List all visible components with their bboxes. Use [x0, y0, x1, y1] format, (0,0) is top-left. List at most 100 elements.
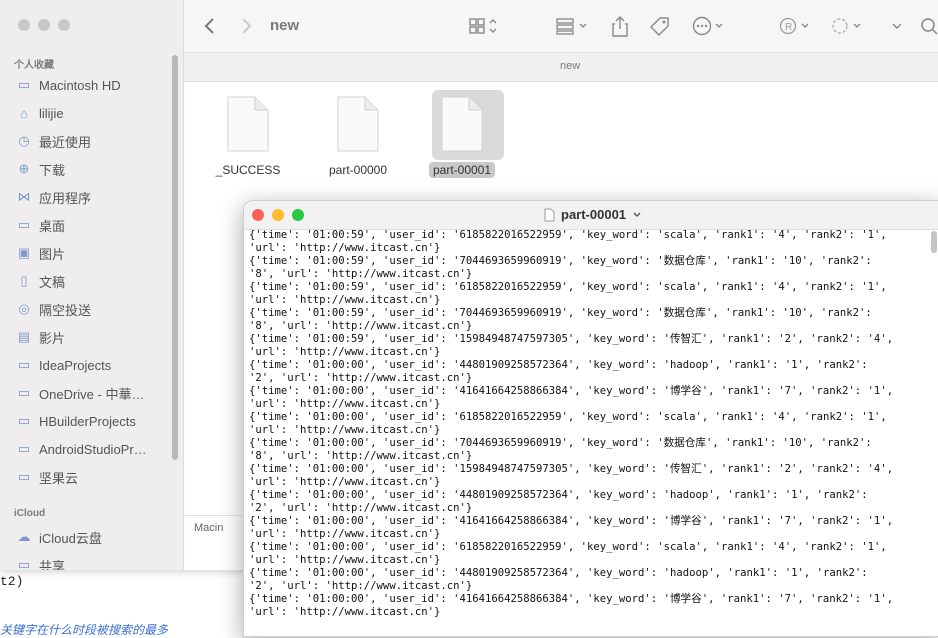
search-button[interactable]: [920, 14, 938, 38]
group-button[interactable]: [556, 14, 590, 38]
more-actions-button[interactable]: [692, 14, 726, 38]
share-icon: [612, 16, 628, 37]
quicklook-zoom-button[interactable]: [292, 209, 304, 221]
film-icon: ▤: [17, 329, 31, 344]
chevron-down-icon: [892, 23, 902, 29]
quicklook-filename: part-00001: [561, 207, 627, 222]
close-button[interactable]: [18, 19, 30, 31]
folder-icon: ▭: [17, 469, 31, 484]
sidebar-item[interactable]: ⊕ 下载: [16, 157, 65, 181]
path-bar-label: new: [560, 60, 581, 72]
sidebar-item-label: lilijie: [39, 105, 64, 121]
text-line: {'time': '01:00:00', 'user_id': '4480190…: [249, 359, 868, 371]
sidebar-item[interactable]: ⋈ 应用程序: [16, 185, 92, 209]
folder-icon: ▭: [17, 357, 31, 372]
sidebar-item[interactable]: ☁ iCloud云盘: [16, 525, 102, 549]
text-line: {'time': '01:00:00', 'user_id': '4164166…: [249, 515, 894, 527]
file-name: part-00001: [428, 162, 496, 178]
document-icon: ▯: [20, 273, 28, 288]
text-line: 'url': 'http://www.itcast.cn'}: [249, 242, 441, 254]
sidebar-item-label: HBuilderProjects: [39, 413, 136, 429]
file-name: part-00000: [328, 163, 388, 177]
sidebar-item[interactable]: ▯ 文稿: [16, 269, 65, 293]
group-icon: [556, 18, 587, 35]
document-icon: [337, 96, 379, 152]
sidebar-item[interactable]: ◷ 最近使用: [16, 129, 91, 153]
minimize-button[interactable]: [38, 19, 50, 31]
sidebar-item[interactable]: ▭ 共享: [16, 553, 65, 570]
forward-button[interactable]: [240, 14, 252, 38]
text-line: 'url': 'http://www.itcast.cn'}: [249, 346, 441, 358]
sidebar-item[interactable]: ▭ OneDrive - 中華…: [16, 381, 145, 405]
icloud-header: iCloud: [14, 508, 46, 519]
text-line: '2', 'url': 'http://www.itcast.cn'}: [249, 502, 473, 514]
sidebar-scrollbar[interactable]: [172, 55, 178, 460]
sidebar-item[interactable]: ▭ Macintosh HD: [16, 73, 121, 97]
shared-folder-icon: ▭: [17, 557, 31, 570]
sidebar-item-label: 影片: [39, 330, 66, 346]
window-title: new: [270, 17, 300, 34]
sidebar-item[interactable]: ◎ 隔空投送: [16, 297, 91, 321]
file-item[interactable]: part-00000: [318, 92, 398, 179]
quicklook-window: part-00001 {'time': '01:00:59', 'user_id…: [243, 200, 938, 637]
quicklook-scrollbar[interactable]: [931, 231, 937, 253]
text-line: '8', 'url': 'http://www.itcast.cn'}: [249, 450, 473, 462]
sidebar-item-label: Macintosh HD: [39, 77, 121, 93]
text-line: 'url': 'http://www.itcast.cn'}: [249, 554, 441, 566]
share-button[interactable]: [611, 14, 629, 38]
sidebar-item-label: 共享: [39, 558, 66, 571]
background-code-text: t2): [0, 574, 24, 589]
quicklook-titlebar: part-00001: [244, 201, 938, 230]
view-mode-button[interactable]: [469, 14, 499, 38]
apps-icon: ⋈: [17, 189, 31, 204]
text-line: {'time': '01:00:00', 'user_id': '6185822…: [249, 411, 887, 423]
back-button[interactable]: [204, 14, 216, 38]
zoom-button[interactable]: [58, 19, 70, 31]
document-icon: [441, 96, 483, 152]
text-line: 'url': 'http://www.itcast.cn'}: [249, 528, 441, 540]
text-line: {'time': '01:00:00', 'user_id': '4480190…: [249, 489, 868, 501]
sidebar-item[interactable]: ▣ 图片: [16, 241, 65, 265]
text-line: '2', 'url': 'http://www.itcast.cn'}: [249, 372, 473, 384]
quicklook-title[interactable]: part-00001: [544, 207, 642, 222]
sync-icon: [832, 18, 861, 34]
text-line: 'url': 'http://www.itcast.cn'}: [249, 398, 441, 410]
file-item-selected[interactable]: part-00001: [422, 90, 504, 179]
text-line: {'time': '01:00:59', 'user_id': '6185822…: [249, 281, 887, 293]
sidebar-item-label: OneDrive - 中華…: [39, 386, 145, 402]
sidebar-item-label: 坚果云: [39, 470, 79, 486]
desktop-icon: ▭: [17, 217, 31, 232]
sidebar-item-label: AndroidStudioPr…: [39, 441, 147, 457]
sidebar-item[interactable]: ▭ 桌面: [16, 213, 65, 237]
text-line: 'url': 'http://www.itcast.cn'}: [249, 424, 441, 436]
quicklook-close-button[interactable]: [252, 209, 264, 221]
tag-icon: [650, 17, 669, 36]
toolbar-overflow-button[interactable]: [890, 14, 904, 38]
chevron-right-icon: [242, 18, 252, 34]
sidebar-item[interactable]: ⌂ lilijie: [16, 101, 64, 125]
text-line: {'time': '01:00:00', 'user_id': '4164166…: [249, 593, 894, 605]
text-line: {'time': '01:00:00', 'user_id': '6185822…: [249, 541, 887, 553]
text-line: {'time': '01:00:00', 'user_id': '4164166…: [249, 385, 894, 397]
sidebar-item[interactable]: ▭ AndroidStudioPr…: [16, 437, 147, 461]
background-comment-text: 关键字在什么时段被搜索的最多: [0, 623, 169, 637]
text-line: {'time': '01:00:00', 'user_id': '7044693…: [249, 437, 872, 449]
text-line: 'url': 'http://www.itcast.cn'}: [249, 476, 441, 488]
sidebar-item[interactable]: ▤ 影片: [16, 325, 65, 349]
extension-button-2[interactable]: [830, 14, 864, 38]
tag-button[interactable]: [649, 14, 671, 38]
sidebar-item[interactable]: ▭ IdeaProjects: [16, 353, 111, 377]
document-icon: [227, 96, 269, 152]
sidebar-item-label: 桌面: [39, 218, 66, 234]
folder-icon: ▭: [17, 413, 31, 428]
text-line: 'url': 'http://www.itcast.cn'}: [249, 606, 441, 618]
extension-button-r[interactable]: R: [778, 14, 812, 38]
quicklook-minimize-button[interactable]: [272, 209, 284, 221]
registered-icon: R: [779, 17, 809, 35]
sidebar-item[interactable]: ▭ HBuilderProjects: [16, 409, 136, 433]
text-line: {'time': '01:00:59', 'user_id': '7044693…: [249, 307, 872, 319]
sidebar-item[interactable]: ▭ 坚果云: [16, 465, 78, 489]
quicklook-content[interactable]: {'time': '01:00:59', 'user_id': '6185822…: [249, 229, 924, 634]
file-item[interactable]: _SUCCESS: [208, 92, 288, 179]
sidebar: 个人收藏 ▭ Macintosh HD ⌂ lilijie ◷ 最近使用 ⊕ 下载 ⋈ 应用程序 ▭…: [0, 0, 184, 570]
